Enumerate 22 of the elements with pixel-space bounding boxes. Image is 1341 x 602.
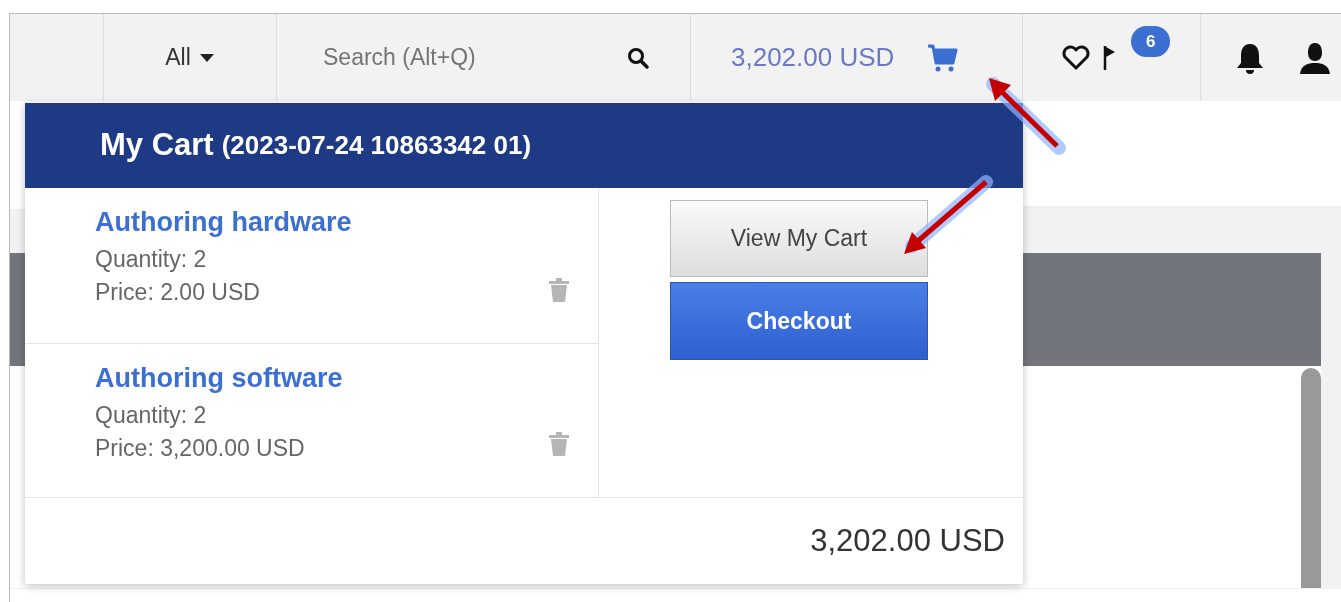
scope-dropdown[interactable]: All <box>165 40 215 75</box>
cart-total[interactable]: 3,202.00 USD <box>731 38 895 77</box>
flag-icon[interactable] <box>1103 43 1117 72</box>
item-price: Price: 2.00 USD <box>95 277 261 307</box>
item-quantity: Quantity: 2 <box>95 400 208 430</box>
notification-badge: 6 <box>1131 26 1171 57</box>
user-icon[interactable] <box>1297 40 1333 75</box>
cart-total: 3,202.00 USD <box>810 521 1005 560</box>
cart-title: My Cart <box>100 126 214 165</box>
search-icon[interactable] <box>626 45 650 70</box>
scrollbar[interactable] <box>1301 368 1321 588</box>
cart-icon[interactable] <box>926 42 959 73</box>
product-link[interactable]: Authoring software <box>95 358 343 399</box>
product-link[interactable]: Authoring hardware <box>95 202 352 243</box>
heart-icon[interactable] <box>1061 44 1091 71</box>
checkout-button[interactable]: Checkout <box>670 282 928 360</box>
item-quantity: Quantity: 2 <box>95 244 208 274</box>
view-cart-button[interactable]: View My Cart <box>670 200 928 277</box>
item-price: Price: 3,200.00 USD <box>95 433 306 463</box>
caret-icon <box>198 52 215 63</box>
search-field[interactable]: Search (Alt+Q) <box>321 39 621 76</box>
cart-id: (2023-07-24 10863342 01) <box>221 129 532 162</box>
